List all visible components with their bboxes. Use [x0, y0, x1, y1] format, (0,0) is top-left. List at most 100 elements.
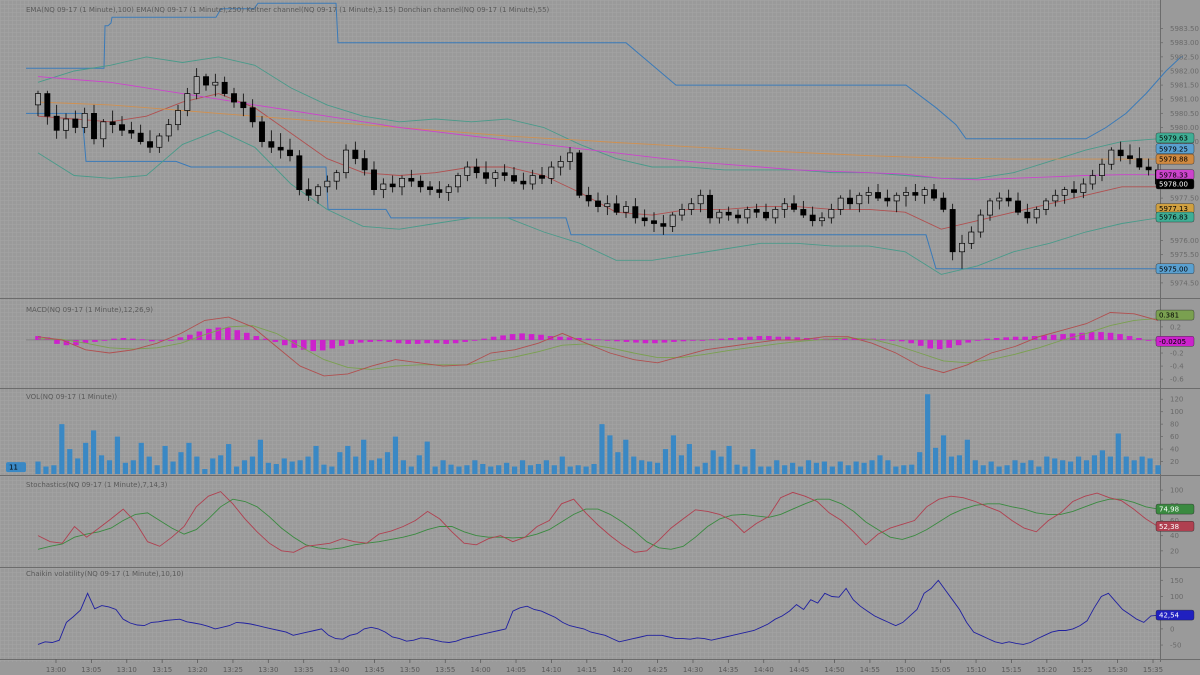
- volume-bar: [694, 466, 700, 474]
- macd-histogram-bar: [747, 336, 753, 340]
- volume-bar: [75, 458, 81, 474]
- macd-histogram-bar: [177, 337, 184, 340]
- time-tick-label: 15:25: [1072, 666, 1092, 674]
- volume-bar: [535, 464, 542, 474]
- volume-bar: [726, 445, 732, 474]
- candle-down: [613, 203, 620, 213]
- volume-bar: [519, 460, 526, 474]
- volume-bar: [392, 436, 399, 474]
- candle-up: [1043, 200, 1049, 210]
- volume-bar: [837, 461, 843, 474]
- volume-bar: [1107, 456, 1113, 474]
- macd-histogram-bar: [604, 339, 611, 341]
- candle-up: [156, 135, 163, 148]
- volume-bar: [194, 456, 200, 474]
- candle-down: [707, 194, 713, 219]
- volume-bar: [575, 465, 581, 474]
- volume-tick-label: 100: [1170, 408, 1183, 416]
- candle-up: [977, 214, 984, 233]
- macd-histogram-bar: [120, 338, 127, 340]
- macd-tick-label: -0.6: [1170, 376, 1184, 384]
- volume-bar: [400, 460, 406, 474]
- volume-bar: [289, 461, 295, 474]
- volume-bar: [583, 466, 589, 474]
- candle-down: [632, 206, 639, 219]
- macd-histogram-bar: [253, 336, 260, 340]
- candle-down: [221, 81, 228, 94]
- macd-histogram-bar: [538, 334, 544, 340]
- candle-up: [744, 209, 751, 219]
- volume-bar: [226, 444, 232, 474]
- candle-down: [931, 189, 937, 199]
- macd-histogram-bar: [633, 339, 639, 343]
- macd-histogram-bar: [139, 339, 146, 341]
- candle-up: [380, 183, 387, 190]
- volume-bar: [718, 456, 724, 474]
- volume-bar: [511, 466, 518, 474]
- price-tick-label: 5980.00: [1170, 124, 1199, 132]
- time-tick-label: 13:50: [400, 666, 420, 674]
- candle-down: [389, 183, 396, 188]
- candle-down: [72, 118, 79, 128]
- stochastics-tick-label: 100: [1170, 487, 1183, 495]
- macd-histogram-bar: [623, 339, 630, 342]
- candle-down: [473, 166, 480, 174]
- time-tick-label: 14:35: [718, 666, 738, 674]
- time-tick-label: 14:25: [647, 666, 667, 674]
- candle-down: [1136, 158, 1143, 168]
- candle-down: [847, 197, 853, 205]
- candle-down: [53, 115, 60, 131]
- macd-histogram-bar: [642, 339, 649, 344]
- macd-histogram-bar: [955, 339, 962, 346]
- candle-up: [968, 231, 975, 244]
- time-tick-label: 14:50: [824, 666, 844, 674]
- macd-histogram-bar: [1012, 336, 1019, 340]
- macd-histogram-bar: [756, 336, 763, 340]
- time-tick-label: 14:00: [471, 666, 491, 674]
- candle-down: [268, 141, 275, 148]
- candle-up: [837, 197, 844, 210]
- volume-bar: [265, 462, 271, 474]
- price-badge-label: 5978.00: [1159, 181, 1188, 189]
- volume-bar: [186, 442, 192, 474]
- time-tick-label: 13:15: [152, 666, 172, 674]
- macd-histogram-bar: [443, 339, 449, 344]
- volume-bar: [233, 466, 240, 474]
- stochastics-pane-title: Stochastics(NQ 09-17 (1 Minute),7,14,3): [26, 481, 168, 489]
- candle-up: [819, 217, 825, 222]
- volume-bar: [83, 442, 89, 474]
- macd-histogram-bar: [1117, 334, 1123, 340]
- volume-bar: [766, 466, 772, 474]
- candle-up: [996, 197, 1003, 202]
- time-tick-label: 13:40: [329, 666, 349, 674]
- candle-down: [147, 141, 153, 148]
- macd-histogram-bar: [585, 338, 592, 340]
- macd-histogram-bar: [357, 339, 364, 343]
- macd-histogram-bar: [709, 339, 715, 341]
- candle-down: [641, 217, 648, 222]
- candle-up: [165, 124, 172, 137]
- volume-bar: [845, 465, 851, 474]
- volume-bar: [345, 445, 351, 474]
- macd-histogram-bar: [671, 339, 677, 342]
- time-tick-label: 15:35: [1143, 666, 1163, 674]
- volume-bar: [59, 424, 65, 474]
- volume-bar: [917, 452, 923, 474]
- candle-up: [1108, 149, 1115, 165]
- macd-histogram-bar: [471, 339, 478, 341]
- macd-histogram-bar: [338, 339, 345, 346]
- volume-bar: [130, 460, 136, 474]
- candle-down: [1145, 166, 1152, 171]
- macd-histogram-bar: [272, 339, 279, 342]
- volume-bar: [321, 464, 327, 474]
- candle-up: [557, 161, 564, 168]
- candle-up: [987, 200, 993, 216]
- volume-bar: [1028, 460, 1034, 474]
- macd-histogram-bar: [101, 339, 108, 341]
- chart-canvas[interactable]: 5983.50 5983.00 5982.50 5982.00 5981.50 5981.…: [0, 0, 1200, 675]
- macd-histogram-bar: [1003, 337, 1009, 340]
- macd-histogram-bar: [395, 339, 402, 344]
- volume-bar: [893, 466, 899, 474]
- price-tick-label: 5977.50: [1170, 195, 1199, 203]
- volume-tick-label: 40: [1170, 446, 1179, 454]
